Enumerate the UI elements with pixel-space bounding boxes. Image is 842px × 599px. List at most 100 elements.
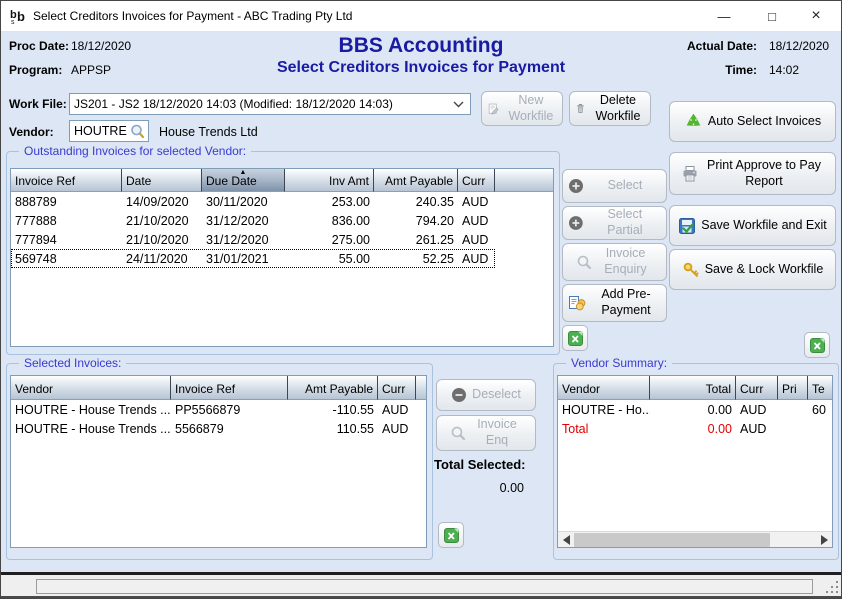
sort-ascending-icon: ▲ bbox=[240, 169, 247, 177]
app-logo-icon: b s b bbox=[9, 7, 27, 25]
close-button[interactable]: × bbox=[799, 1, 833, 31]
column-header-curr[interactable]: Curr bbox=[378, 376, 416, 400]
delete-workfile-button[interactable]: Delete Workfile bbox=[569, 91, 651, 126]
maximize-button[interactable]: □ bbox=[755, 1, 789, 31]
column-header-curr[interactable]: Curr bbox=[458, 169, 495, 192]
table-row[interactable]: 777894 21/10/2020 31/12/2020 275.00 261.… bbox=[11, 230, 553, 249]
new-workfile-label: New Workfile bbox=[505, 93, 557, 124]
column-header-pri[interactable]: Pri bbox=[778, 376, 808, 400]
title-bar[interactable]: b s b Select Creditors Invoices for Paym… bbox=[1, 1, 841, 32]
outstanding-group-label: Outstanding Invoices for selected Vendor… bbox=[19, 144, 251, 158]
actual-date-value: 18/12/2020 bbox=[769, 39, 829, 53]
recycle-icon bbox=[684, 112, 703, 131]
select-partial-button[interactable]: Select Partial bbox=[562, 206, 667, 240]
table-row[interactable]: 888789 14/09/2020 30/11/2020 253.00 240.… bbox=[11, 192, 553, 211]
add-prepayment-label: Add Pre-Payment bbox=[591, 287, 661, 318]
add-prepayment-icon bbox=[568, 294, 586, 312]
selected-group-label: Selected Invoices: bbox=[19, 356, 126, 370]
column-header-invoice-ref[interactable]: Invoice Ref bbox=[11, 169, 122, 192]
column-header-vendor[interactable]: Vendor bbox=[558, 376, 650, 400]
table-row[interactable]: HOUTRE - House Trends ... 5566879 110.55… bbox=[11, 419, 426, 438]
workfile-dropdown[interactable]: JS201 - JS2 18/12/2020 14:03 (Modified: … bbox=[69, 93, 471, 115]
column-header-terms[interactable]: Te bbox=[808, 376, 832, 400]
save-workfile-exit-button[interactable]: Save Workfile and Exit bbox=[669, 205, 836, 246]
workfile-label: Work File: bbox=[9, 97, 67, 111]
vendor-summary-label: Vendor Summary: bbox=[566, 356, 672, 370]
status-bar bbox=[1, 575, 842, 596]
add-prepayment-button[interactable]: Add Pre-Payment bbox=[562, 284, 667, 322]
delete-workfile-label: Delete Workfile bbox=[591, 93, 645, 124]
table-row-total[interactable]: Total 0.00 AUD bbox=[558, 419, 832, 438]
excel-icon bbox=[809, 337, 826, 354]
delete-workfile-icon bbox=[575, 100, 586, 117]
auto-select-invoices-label: Auto Select Invoices bbox=[708, 114, 821, 130]
svg-text:b: b bbox=[17, 9, 25, 24]
save-lock-workfile-button[interactable]: Save & Lock Workfile bbox=[669, 249, 836, 290]
select-button[interactable]: Select bbox=[562, 169, 667, 203]
vendor-name: House Trends Ltd bbox=[159, 125, 258, 139]
invoice-enquiry-button[interactable]: Invoice Enquiry bbox=[562, 243, 667, 281]
column-header-filler bbox=[416, 376, 426, 400]
export-excel-button[interactable] bbox=[438, 522, 464, 548]
scroll-left-arrow[interactable] bbox=[558, 532, 574, 548]
invoice-enquiry-label: Invoice Enquiry bbox=[598, 246, 654, 277]
table-row[interactable]: 777888 21/10/2020 31/12/2020 836.00 794.… bbox=[11, 211, 553, 230]
minimize-button[interactable]: — bbox=[707, 1, 741, 31]
invoice-enq-button[interactable]: Invoice Enq bbox=[436, 415, 536, 451]
new-workfile-icon bbox=[487, 100, 500, 118]
chevron-down-icon bbox=[453, 101, 464, 108]
column-header-due-date[interactable]: ▲ Due Date bbox=[202, 169, 285, 192]
column-header-curr[interactable]: Curr bbox=[736, 376, 778, 400]
column-header-date[interactable]: Date bbox=[122, 169, 202, 192]
column-header-amt-payable[interactable]: Amt Payable bbox=[288, 376, 378, 400]
window-title: Select Creditors Invoices for Payment - … bbox=[33, 9, 352, 23]
outstanding-invoices-table: Invoice Ref Date ▲ Due Date Inv Amt Amt … bbox=[10, 168, 554, 347]
workfile-dropdown-value: JS201 - JS2 18/12/2020 14:03 (Modified: … bbox=[74, 97, 393, 111]
deselect-button[interactable]: Deselect bbox=[436, 379, 536, 411]
print-approve-button[interactable]: Print Approve to Pay Report bbox=[669, 152, 836, 195]
select-label: Select bbox=[589, 178, 661, 194]
vendor-code-value: HOUTRE bbox=[74, 124, 127, 138]
selected-invoices-table: Vendor Invoice Ref Amt Payable Curr HOUT… bbox=[10, 375, 427, 548]
auto-select-invoices-button[interactable]: Auto Select Invoices bbox=[669, 101, 836, 142]
column-header-inv-amt[interactable]: Inv Amt bbox=[285, 169, 374, 192]
new-workfile-button[interactable]: New Workfile bbox=[481, 91, 563, 126]
column-header-vendor[interactable]: Vendor bbox=[11, 376, 171, 400]
vendor-summary-table: Vendor Total Curr Pri Te HOUTRE - Ho... … bbox=[557, 375, 833, 548]
column-header-amt-payable[interactable]: Amt Payable bbox=[374, 169, 458, 192]
time-label: Time: bbox=[725, 63, 757, 77]
save-workfile-exit-label: Save Workfile and Exit bbox=[701, 218, 827, 234]
app-window: b s b Select Creditors Invoices for Paym… bbox=[0, 0, 842, 599]
screen-title: Select Creditors Invoices for Payment bbox=[1, 59, 841, 77]
vendor-code-input[interactable]: HOUTRE bbox=[69, 120, 149, 142]
deselect-label: Deselect bbox=[472, 387, 521, 403]
table-row[interactable]: HOUTRE - House Trends ... PP5566879 -110… bbox=[11, 400, 426, 419]
export-excel-button[interactable] bbox=[804, 332, 830, 358]
vendor-label: Vendor: bbox=[9, 125, 54, 139]
scroll-right-arrow[interactable] bbox=[816, 532, 832, 548]
column-header-filler bbox=[495, 169, 553, 192]
svg-text:s: s bbox=[11, 19, 15, 25]
magnifier-icon bbox=[450, 425, 467, 442]
table-row-focused[interactable]: 569748 24/11/2020 31/01/2021 55.00 52.25… bbox=[11, 249, 495, 268]
summary-table-header: Vendor Total Curr Pri Te bbox=[558, 376, 832, 400]
scrollbar-thumb[interactable] bbox=[574, 533, 770, 547]
printer-icon bbox=[681, 165, 699, 183]
resize-grip[interactable] bbox=[826, 581, 838, 593]
table-row[interactable]: HOUTRE - Ho... 0.00 AUD 60 bbox=[558, 400, 832, 419]
invoice-enq-label: Invoice Enq bbox=[472, 417, 522, 448]
print-approve-label: Print Approve to Pay Report bbox=[704, 158, 824, 189]
time-value: 14:02 bbox=[769, 63, 799, 77]
outstanding-table-header: Invoice Ref Date ▲ Due Date Inv Amt Amt … bbox=[11, 169, 553, 192]
status-panel bbox=[36, 579, 813, 594]
key-icon bbox=[682, 261, 700, 279]
horizontal-scrollbar[interactable] bbox=[558, 531, 832, 547]
column-header-total[interactable]: Total bbox=[650, 376, 736, 400]
magnifier-icon bbox=[576, 254, 593, 271]
export-excel-button[interactable] bbox=[562, 325, 588, 351]
column-header-invoice-ref[interactable]: Invoice Ref bbox=[171, 376, 288, 400]
actual-date-label: Actual Date: bbox=[687, 39, 757, 53]
vendor-search-icon[interactable] bbox=[129, 123, 146, 140]
selected-table-header: Vendor Invoice Ref Amt Payable Curr bbox=[11, 376, 426, 400]
total-selected-label: Total Selected: bbox=[434, 457, 526, 472]
